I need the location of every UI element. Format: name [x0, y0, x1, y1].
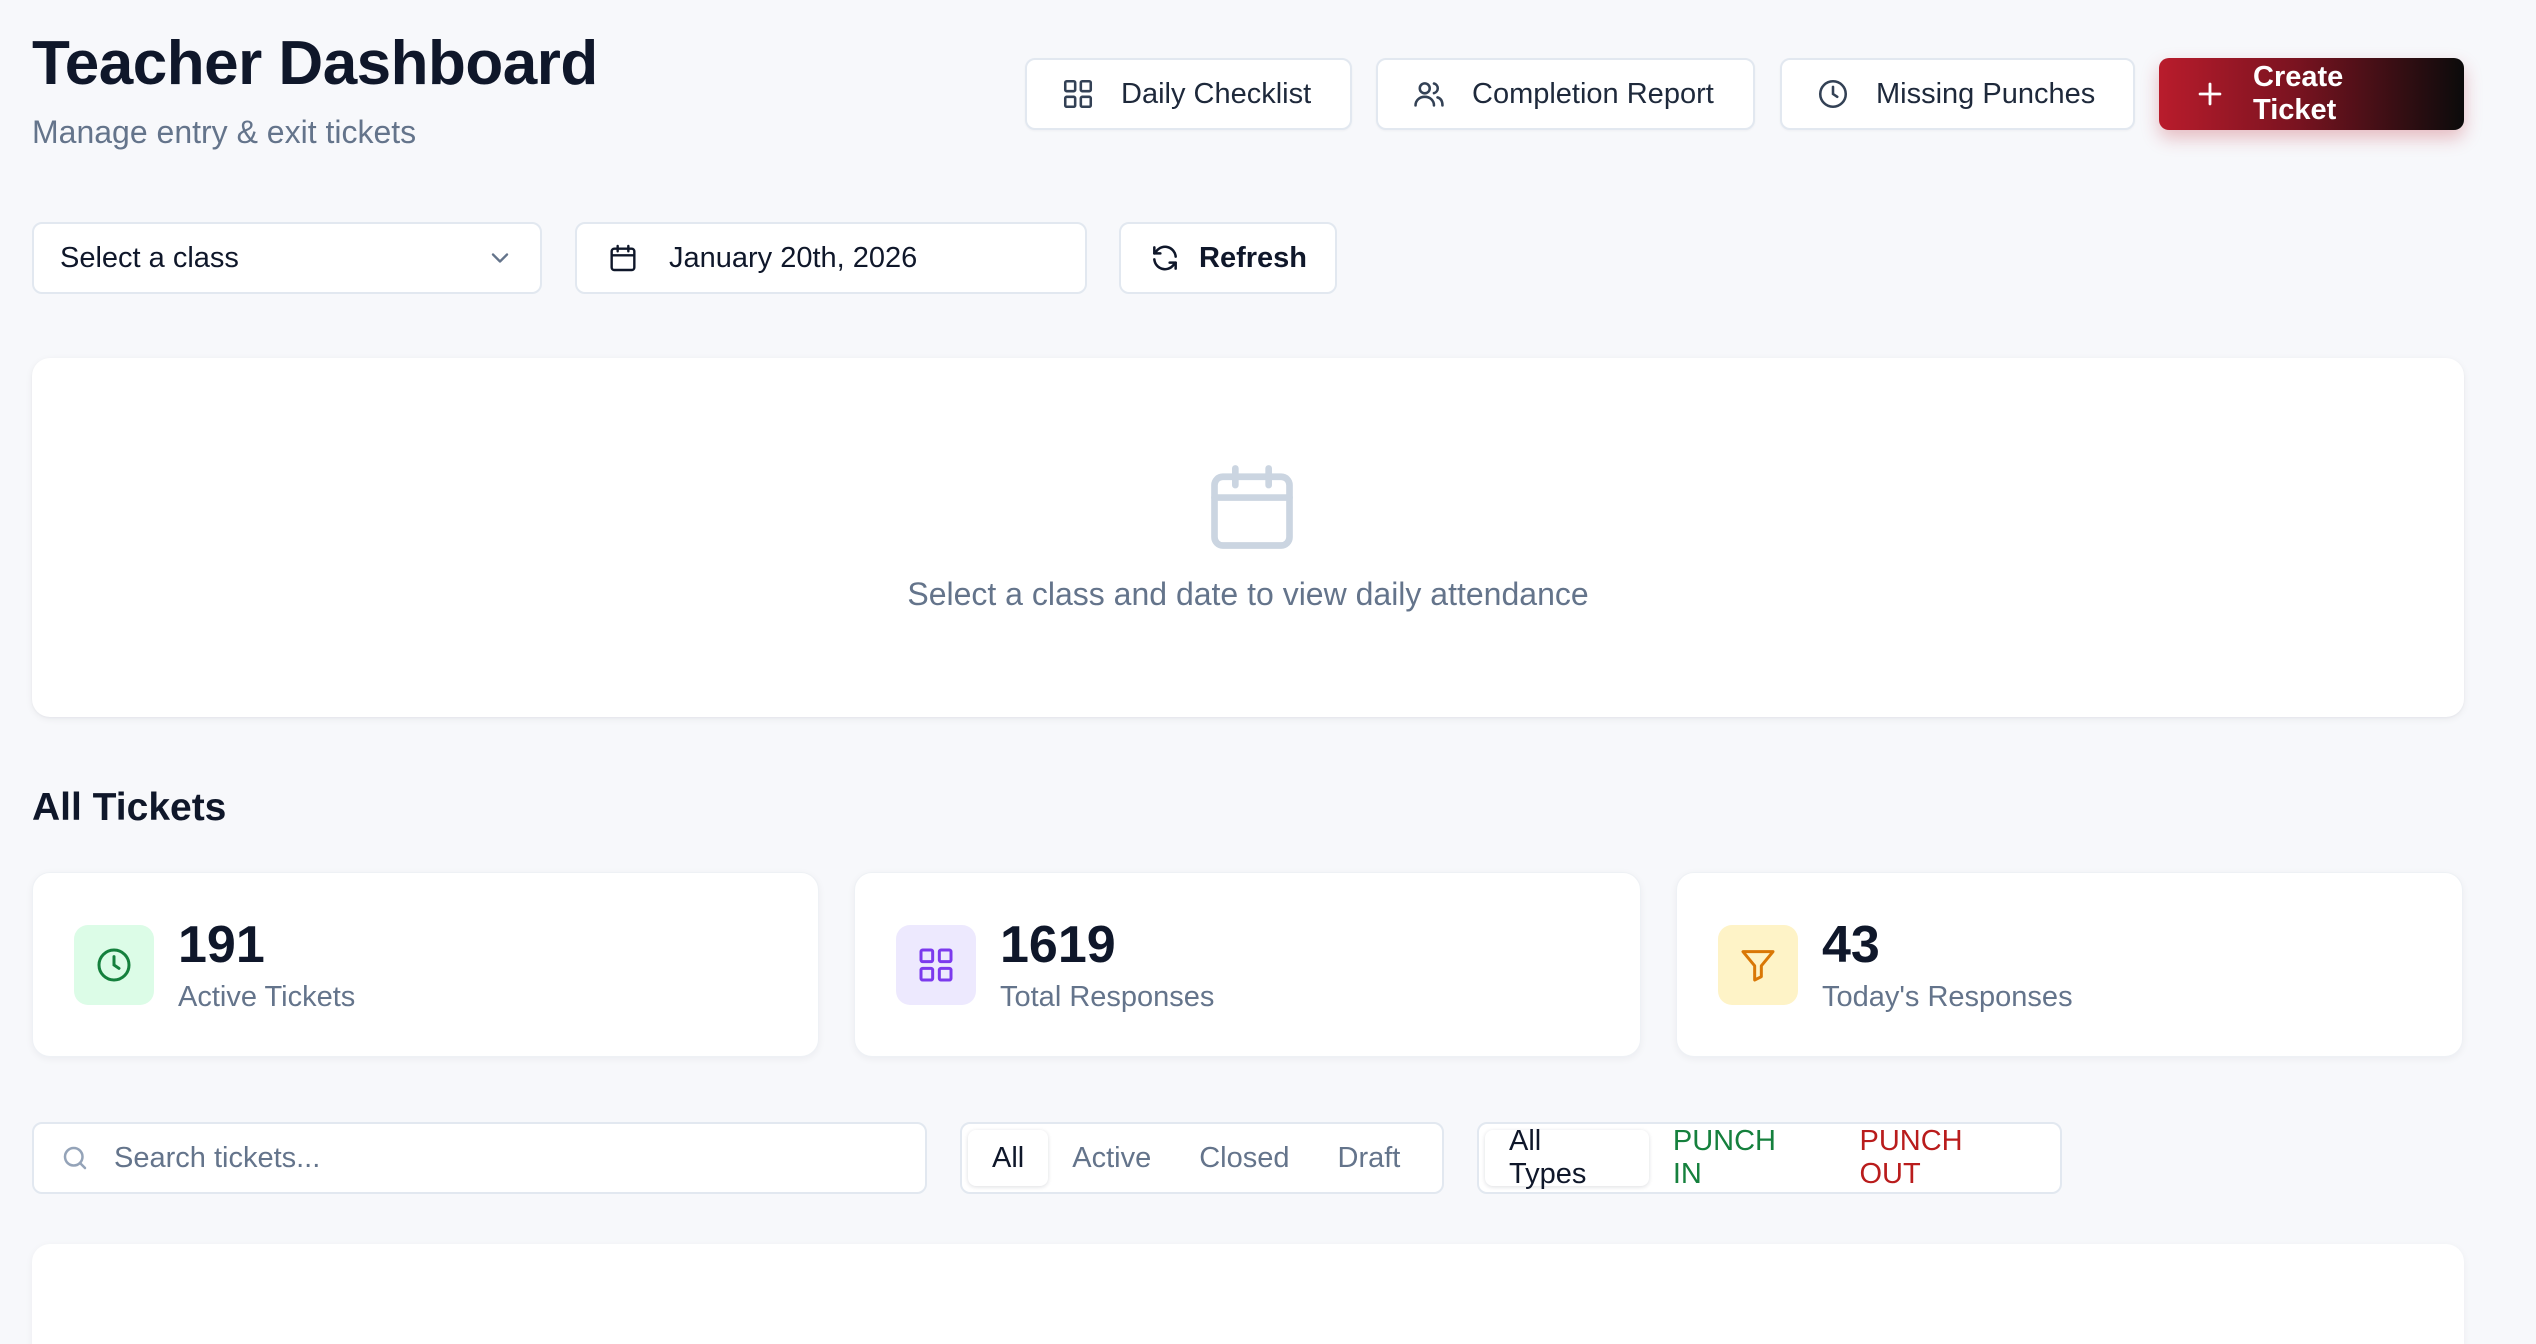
daily-checklist-button[interactable]: Daily Checklist	[1025, 58, 1352, 130]
calendar-icon	[1211, 465, 1293, 549]
calendar-icon	[610, 244, 636, 272]
stat-label: Today's Responses	[1822, 981, 2073, 1013]
stat-value: 1619	[1000, 916, 1116, 974]
page-title: Teacher Dashboard	[32, 29, 598, 98]
search-input[interactable]	[114, 1141, 899, 1175]
status-tab-closed[interactable]: Closed	[1175, 1130, 1313, 1186]
create-ticket-button[interactable]: Create Ticket	[2159, 58, 2464, 130]
status-tab-draft[interactable]: Draft	[1314, 1130, 1425, 1186]
tickets-list-card	[32, 1244, 2464, 1344]
stat-icon-wrapper	[1718, 925, 1798, 1005]
type-tab-all-types[interactable]: All Types	[1485, 1125, 1649, 1190]
stat-card-todays-responses: 43 Today's Responses	[1676, 872, 2463, 1057]
completion-report-button[interactable]: Completion Report	[1376, 58, 1755, 130]
clock-icon	[1818, 79, 1848, 109]
plus-icon	[2198, 82, 2222, 106]
filter-icon	[1741, 950, 1775, 982]
missing-punches-label: Missing Punches	[1876, 77, 2096, 110]
stat-icon-wrapper	[74, 925, 154, 1005]
all-tickets-heading: All Tickets	[32, 786, 227, 829]
status-tab-active[interactable]: Active	[1048, 1130, 1175, 1186]
stat-icon-wrapper	[896, 925, 976, 1005]
date-value: January 20th, 2026	[669, 241, 918, 274]
teacher-dashboard-page: Teacher Dashboard Manage entry & exit ti…	[0, 0, 2536, 1344]
stat-value: 43	[1822, 916, 1880, 974]
refresh-label: Refresh	[1199, 241, 1307, 274]
class-select-value: Select a class	[60, 241, 239, 274]
page-subtitle: Manage entry & exit tickets	[32, 114, 417, 150]
stat-card-active-tickets: 191 Active Tickets	[32, 872, 819, 1057]
users-icon	[1414, 82, 1444, 107]
stat-label: Active Tickets	[178, 981, 356, 1013]
missing-punches-button[interactable]: Missing Punches	[1780, 58, 2135, 130]
completion-report-label: Completion Report	[1472, 77, 1714, 110]
clock-icon	[97, 948, 131, 982]
chevron-down-icon	[491, 253, 509, 263]
status-filter-tabs: All Active Closed Draft	[960, 1122, 1444, 1194]
refresh-button[interactable]: Refresh	[1119, 222, 1337, 294]
status-tab-all[interactable]: All	[968, 1130, 1049, 1186]
stat-value: 191	[178, 916, 265, 974]
daily-checklist-label: Daily Checklist	[1121, 77, 1312, 110]
stat-card-total-responses: 1619 Total Responses	[854, 872, 1641, 1057]
attendance-empty-state: Select a class and date to view daily at…	[32, 358, 2464, 717]
empty-state-message: Select a class and date to view daily at…	[907, 576, 1589, 612]
stat-label: Total Responses	[1000, 981, 1215, 1013]
type-tab-punch-in[interactable]: PUNCH IN	[1649, 1125, 1836, 1190]
class-select[interactable]: Select a class	[32, 222, 542, 294]
type-filter-tabs: All Types PUNCH IN PUNCH OUT	[1477, 1122, 2062, 1194]
ticket-search-box[interactable]	[32, 1122, 927, 1194]
grid-icon	[1063, 79, 1093, 109]
search-icon	[63, 1146, 87, 1170]
create-ticket-label: Create Ticket	[2253, 61, 2344, 126]
refresh-icon	[1153, 245, 1177, 271]
type-tab-punch-out[interactable]: PUNCH OUT	[1836, 1125, 2055, 1190]
grid-icon	[919, 948, 953, 982]
date-picker[interactable]: January 20th, 2026	[575, 222, 1087, 294]
